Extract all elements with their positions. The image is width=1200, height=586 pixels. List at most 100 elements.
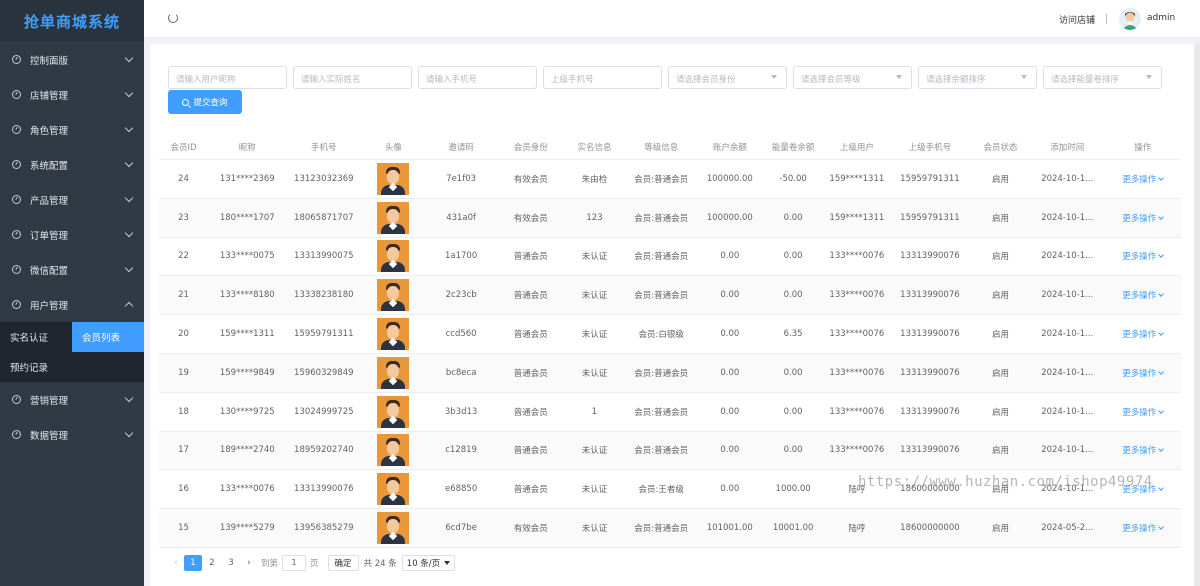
table-cell: 2024-10-1...	[1041, 251, 1094, 262]
phone-input[interactable]: 请输入手机号	[418, 66, 537, 89]
level-select[interactable]: 请选择会员等级	[793, 66, 912, 89]
next-page-icon[interactable]: ›	[241, 558, 257, 568]
realname-input[interactable]: 请输入实际姓名	[293, 66, 412, 89]
visit-store-link[interactable]: 访问店铺	[1059, 13, 1095, 26]
avatar-cell	[361, 512, 426, 545]
member-avatar-icon[interactable]	[377, 356, 410, 389]
submenu-item-member-list[interactable]: 会员列表	[72, 322, 144, 352]
member-avatar-icon[interactable]	[377, 473, 410, 506]
submenu-user-management: 实名认证 会员列表 预约记录	[0, 322, 144, 382]
sidebar-item-7[interactable]: 用户管理	[0, 287, 144, 322]
table-cell: 0.00	[720, 329, 740, 340]
table-row: 21 133****8180 13338238180 2c23cb 普通会员 未认证 会员:…	[159, 276, 1181, 316]
chevron-down-icon	[1158, 446, 1165, 453]
more-actions-button[interactable]: 更多操作	[1122, 524, 1165, 535]
chevron-down-icon	[1158, 330, 1165, 336]
sidebar-item-label: 数据管理	[30, 430, 69, 442]
table-cell: 会员:王者级	[638, 485, 684, 496]
user-avatar-icon	[1119, 8, 1141, 30]
dashboard-icon	[12, 300, 21, 309]
submenu-item-reservation[interactable]: 预约记录	[0, 352, 144, 382]
refresh-icon[interactable]	[168, 13, 178, 23]
member-avatar-icon[interactable]	[377, 201, 410, 234]
avatar-cell	[361, 434, 426, 467]
sidebar-item-1[interactable]: 店铺管理	[0, 77, 144, 112]
member-avatar-icon[interactable]	[377, 318, 410, 351]
member-avatar-icon[interactable]	[377, 434, 410, 467]
sidebar-item-9[interactable]: 数据管理	[0, 417, 144, 452]
table-cell: 20	[178, 329, 189, 340]
sidebar-item-4[interactable]: 产品管理	[0, 182, 144, 217]
avatar[interactable]	[1119, 8, 1141, 30]
page-number[interactable]: 3	[222, 555, 240, 571]
table-cell: 13313990075	[294, 251, 354, 262]
more-actions-button[interactable]: 更多操作	[1122, 175, 1165, 185]
member-avatar-icon[interactable]	[377, 395, 410, 428]
more-actions-label: 更多操作	[1122, 291, 1157, 302]
table-cell: 13338238180	[294, 290, 354, 301]
table-cell: 0.00	[783, 445, 803, 456]
table-cell: 2024-05-2...	[1041, 523, 1094, 534]
more-actions-button[interactable]: 更多操作	[1122, 408, 1165, 418]
prev-page-icon[interactable]: ‹	[168, 558, 184, 568]
sidebar-item-5[interactable]: 订单管理	[0, 217, 144, 252]
sidebar-item-6[interactable]: 微信配置	[0, 252, 144, 287]
page-number[interactable]: 1	[184, 555, 202, 571]
table-cell: 0.00	[783, 212, 803, 223]
energy-sort-select[interactable]: 请选择能量卷排序	[1043, 66, 1162, 89]
identity-select[interactable]: 请选择会员身份	[668, 66, 787, 89]
sidebar-item-2[interactable]: 角色管理	[0, 112, 144, 147]
page-number[interactable]: 2	[203, 555, 221, 571]
goto-confirm-button[interactable]: 确定	[327, 555, 359, 571]
more-actions-button[interactable]: 更多操作	[1122, 291, 1165, 302]
watermark: https://www.huzhan.com/ishop49974	[858, 474, 1153, 490]
more-actions-label: 更多操作	[1122, 524, 1157, 535]
balance-sort-select[interactable]: 请选择余额排序	[918, 66, 1037, 89]
table-cell: 123	[586, 212, 603, 223]
page-scrollbar[interactable]	[1194, 44, 1200, 586]
nickname-input[interactable]: 请输入用户昵称	[168, 66, 287, 89]
sidebar-item-3[interactable]: 系统配置	[0, 147, 144, 182]
chevron-down-icon	[1158, 213, 1165, 220]
sidebar-item-label: 角色管理	[30, 125, 69, 137]
submenu-item-realname[interactable]: 实名认证	[0, 322, 72, 352]
table-cell: 0.00	[720, 445, 740, 456]
table-cell: 15959791311	[900, 173, 960, 184]
more-actions-button[interactable]: 更多操作	[1122, 252, 1165, 262]
table-cell: 24	[178, 173, 189, 184]
table-cell: 2024-10-1...	[1041, 445, 1094, 456]
table-row: 22 133****0075 13313990075 1a1700 普通会员 未认证 会员:…	[159, 238, 1181, 277]
more-actions-button[interactable]: 更多操作	[1122, 330, 1165, 340]
more-actions-button[interactable]: 更多操作	[1122, 213, 1165, 224]
page-size-select[interactable]: 10 条/页	[401, 555, 456, 571]
avatar-cell	[361, 473, 426, 506]
sidebar-item-0[interactable]: 控制面版	[0, 42, 144, 77]
more-actions-button[interactable]: 更多操作	[1122, 369, 1165, 379]
more-actions-button[interactable]: 更多操作	[1122, 446, 1165, 456]
submit-query-button[interactable]: 提交查询	[168, 90, 242, 114]
member-avatar-icon[interactable]	[377, 279, 410, 312]
sidebar-item-8[interactable]: 营销管理	[0, 382, 144, 417]
avatar-cell	[361, 318, 426, 351]
table-cell: 启用	[992, 330, 1010, 341]
table-cell: 13313990076	[900, 367, 960, 378]
chevron-down-icon	[124, 428, 134, 438]
submit-query-label: 提交查询	[193, 98, 228, 108]
username[interactable]: admin	[1147, 13, 1175, 23]
member-avatar-icon[interactable]	[377, 240, 410, 273]
table-cell: 启用	[992, 252, 1010, 263]
parent-phone-input[interactable]: 上级手机号	[543, 66, 662, 89]
member-avatar-icon[interactable]	[377, 512, 410, 545]
member-avatar-icon[interactable]	[377, 162, 410, 195]
sidebar-item-label: 微信配置	[30, 265, 69, 277]
table-cell: 未认证	[581, 368, 608, 379]
table-cell: 13313990076	[900, 445, 960, 456]
table-cell: 普通会员	[513, 291, 548, 302]
table-cell: 133****0076	[829, 406, 885, 417]
goto-page-input[interactable]: 1	[282, 555, 307, 571]
column-header: 添加时间	[1050, 142, 1085, 153]
table-cell: 15959791311	[294, 329, 354, 340]
table-cell: 3b3d13	[444, 406, 478, 417]
table-cell: ccd560	[445, 329, 477, 340]
table-cell: 10001.00	[772, 523, 814, 534]
